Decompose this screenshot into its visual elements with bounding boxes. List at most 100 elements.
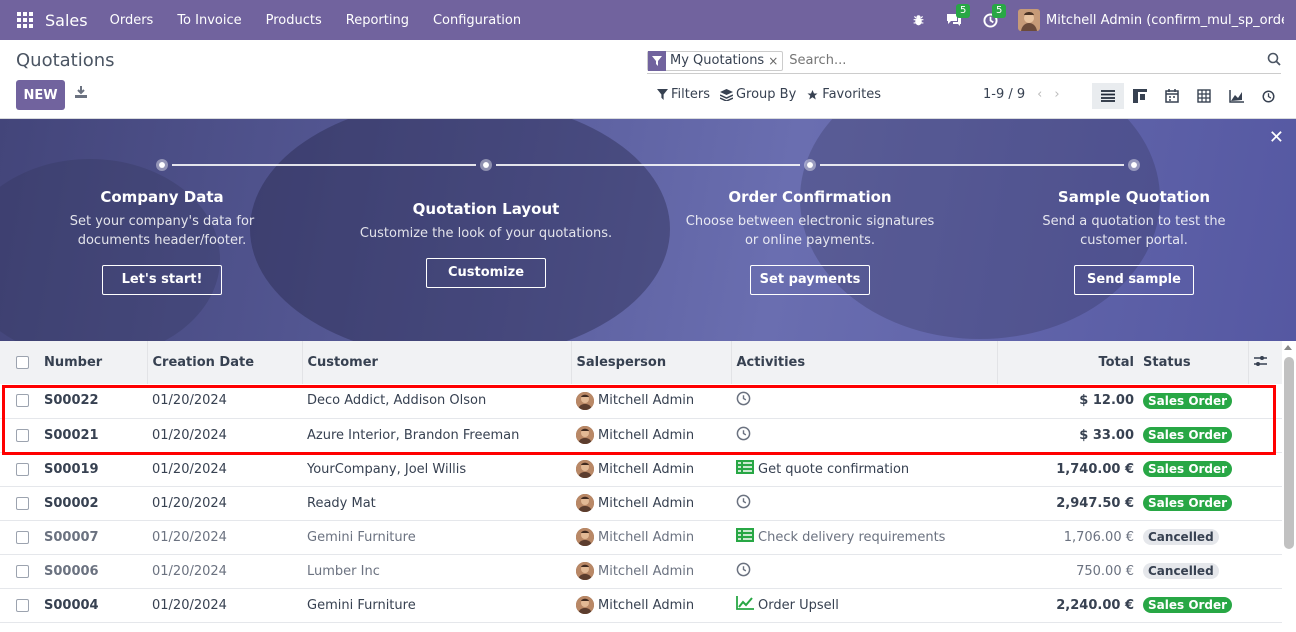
search-input[interactable] [789,53,1250,68]
row-checkbox[interactable] [16,598,29,612]
header-activities[interactable]: Activities [731,341,998,384]
user-avatar[interactable] [1018,9,1040,31]
kanban-view-icon[interactable] [1124,83,1156,109]
salesperson-avatar[interactable] [576,460,594,478]
schedule-activity-icon[interactable] [736,426,755,445]
activity-summary: Check delivery requirements [758,529,946,545]
row-spacer [1248,520,1282,555]
salesperson-avatar[interactable] [576,562,594,580]
status-badge: Cancelled [1143,563,1219,579]
send-sample-button[interactable]: Send sample [1074,265,1194,295]
step-title: Quotation Layout [412,200,560,218]
activity-view-icon[interactable] [1252,83,1284,109]
menu-configuration[interactable]: Configuration [433,13,521,28]
facet-label: My Quotations [670,53,765,68]
customize-button[interactable]: Customize [426,258,546,288]
header-total[interactable]: Total [997,341,1138,384]
messages-icon[interactable]: 5 [946,4,971,28]
table-row[interactable]: S00019 01/20/2024 YourCompany, Joel Willis… [0,452,1282,487]
status-cell: Sales Order [1138,384,1248,419]
row-checkbox[interactable] [16,564,29,578]
close-banner-icon[interactable]: ✕ [1269,127,1284,148]
header-customer[interactable]: Customer [302,341,572,384]
header-salesperson[interactable]: Salesperson [571,341,732,384]
onboarding-banner: ✕ Company Data Set your company's data f… [0,119,1296,341]
search-icon[interactable] [1267,52,1281,70]
facet-remove-icon[interactable]: × [768,54,782,68]
activity-summary: Order Upsell [758,597,839,613]
schedule-activity-icon[interactable] [736,494,755,513]
pivot-view-icon[interactable] [1188,83,1220,109]
lets-start-button[interactable]: Let's start! [102,265,222,295]
table-row[interactable]: S00006 01/20/2024 Lumber Inc Mitchell Admin… [0,554,1282,589]
scrollbar[interactable] [1284,357,1294,549]
order-total: 2,947.50 € [997,486,1138,521]
favorites-dropdown[interactable]: Favorites [806,87,881,102]
table-row[interactable]: S00002 01/20/2024 Ready Mat Mitchell Admin 2… [0,486,1282,521]
row-checkbox[interactable] [16,530,29,544]
pager-value[interactable]: 1-9 / 9 [983,87,1025,102]
menu-to-invoice[interactable]: To Invoice [177,13,241,28]
column-settings-icon[interactable] [1253,355,1267,367]
menu-products[interactable]: Products [266,13,322,28]
status-cell: Sales Order [1138,588,1248,623]
select-all-header [0,341,39,384]
salesperson-cell: Mitchell Admin [571,486,731,521]
select-all-checkbox[interactable] [16,356,29,369]
salesperson-avatar[interactable] [576,596,594,614]
status-cell: Sales Order [1138,486,1248,521]
calendar-view-icon[interactable] [1156,83,1188,109]
new-button[interactable]: NEW [16,80,65,110]
table-row[interactable]: S00022 01/20/2024 Deco Addict, Addison Ols… [0,384,1282,419]
upsell-activity-icon[interactable] [736,596,758,614]
filters-dropdown[interactable]: Filters [657,87,710,102]
bug-icon[interactable] [910,12,926,28]
status-badge: Sales Order [1143,495,1233,511]
control-panel: Quotations NEW My Quotations × Filters G… [0,40,1296,119]
salesperson-avatar[interactable] [576,391,594,410]
row-checkbox[interactable] [16,394,29,408]
apps-menu-icon[interactable] [17,12,33,28]
table-row[interactable]: S00004 01/20/2024 Gemini Furniture Mitchell… [0,588,1282,623]
todo-activity-icon[interactable] [736,528,758,546]
salesperson-avatar[interactable] [576,494,594,512]
pager: 1-9 / 9 ‹ › [983,87,1060,102]
row-checkbox[interactable] [16,462,29,476]
status-cell: Sales Order [1138,418,1248,453]
list-view-icon[interactable] [1092,83,1124,109]
row-checkbox-cell [0,588,39,623]
row-spacer [1248,486,1282,521]
filters-label: Filters [671,87,710,102]
menu-orders[interactable]: Orders [110,13,154,28]
row-checkbox-cell [0,520,39,555]
salesperson-avatar[interactable] [576,426,594,444]
salesperson-avatar[interactable] [576,528,594,546]
schedule-activity-icon[interactable] [736,562,755,581]
creation-date: 01/20/2024 [147,384,302,419]
customer-name: YourCompany, Joel Willis [302,452,571,487]
set-payments-button[interactable]: Set payments [750,265,870,295]
header-number[interactable]: Number [39,341,148,384]
groupby-label: Group By [735,87,797,102]
menu-reporting[interactable]: Reporting [346,13,409,28]
header-creation-date[interactable]: Creation Date [147,341,303,384]
row-checkbox-cell [0,452,39,487]
groupby-dropdown[interactable]: Group By [719,87,797,102]
table-row[interactable]: S00007 01/20/2024 Gemini Furniture Mitchell… [0,520,1282,555]
scroll-up-arrow[interactable] [1284,345,1292,350]
schedule-activity-icon[interactable] [736,391,755,410]
download-icon[interactable] [74,85,90,101]
header-status[interactable]: Status [1138,341,1249,384]
graph-view-icon[interactable] [1220,83,1252,109]
row-checkbox[interactable] [16,428,29,442]
user-name[interactable]: Mitchell Admin (confirm_mul_sp_orde... [1046,13,1284,28]
table-row[interactable]: S00021 01/20/2024 Azure Interior, Brandon … [0,418,1282,453]
pager-previous-icon[interactable]: ‹ [1037,87,1042,102]
progress-track [496,164,800,166]
pager-next-icon[interactable]: › [1054,87,1059,102]
activities-clock-icon[interactable]: 5 [982,4,1007,28]
app-brand[interactable]: Sales [45,11,88,30]
customer-name: Gemini Furniture [302,588,571,623]
todo-activity-icon[interactable] [736,460,758,478]
row-checkbox[interactable] [16,496,29,510]
